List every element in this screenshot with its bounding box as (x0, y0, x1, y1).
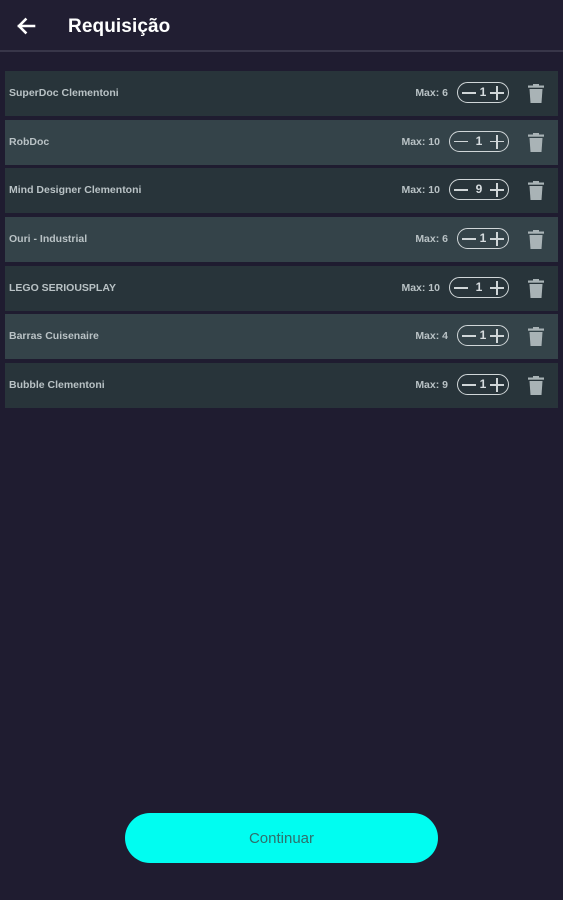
trash-icon[interactable] (528, 327, 544, 347)
list-item: Ouri - Industrial Max: 6 1 (5, 217, 558, 263)
max-label: Max: 6 (415, 233, 448, 246)
quantity-stepper[interactable]: 1 (457, 325, 509, 347)
list-item: RobDoc Max: 10 1 (5, 119, 558, 165)
max-label: Max: 10 (401, 135, 440, 148)
list-item: SuperDoc Clementoni Max: 6 1 (5, 71, 558, 116)
continue-button[interactable]: Continuar (125, 813, 438, 863)
item-name: RobDoc (9, 135, 50, 148)
max-label: Max: 4 (415, 330, 448, 343)
max-label: Max: 10 (401, 281, 440, 294)
list-item: Mind Designer Clementoni Max: 10 9 (5, 168, 558, 214)
trash-icon[interactable] (528, 84, 544, 103)
page-title: Requisição (68, 16, 171, 37)
max-label: Max: 9 (415, 379, 448, 392)
arrow-left-icon (17, 17, 36, 35)
list-item: Barras Cuisenaire Max: 4 1 (5, 314, 558, 360)
trash-icon[interactable] (528, 181, 544, 201)
item-name: Bubble Clementoni (9, 379, 105, 392)
plus-icon[interactable] (489, 134, 505, 150)
plus-icon[interactable] (489, 280, 505, 296)
plus-icon[interactable] (489, 182, 505, 198)
quantity-stepper[interactable]: 9 (449, 179, 509, 201)
trash-icon[interactable] (528, 278, 544, 298)
plus-icon[interactable] (489, 328, 505, 344)
requisition-list: SuperDoc Clementoni Max: 6 1 RobDoc Max:… (5, 71, 558, 412)
app-bar: Requisição (0, 0, 563, 52)
quantity-stepper[interactable]: 1 (449, 276, 509, 298)
item-name: Barras Cuisenaire (9, 330, 99, 343)
plus-icon[interactable] (489, 231, 505, 247)
trash-icon[interactable] (528, 132, 544, 152)
item-name: SuperDoc Clementoni (9, 87, 119, 99)
back-button[interactable] (12, 12, 40, 40)
quantity-stepper[interactable]: 1 (457, 374, 509, 396)
item-name: Mind Designer Clementoni (9, 184, 142, 197)
item-name: Ouri - Industrial (9, 233, 88, 246)
trash-icon[interactable] (528, 376, 544, 396)
plus-icon[interactable] (489, 85, 505, 101)
item-name: LEGO SERIOUSPLAY (9, 281, 116, 294)
max-label: Max: 10 (401, 184, 440, 197)
quantity-stepper[interactable]: 1 (457, 228, 509, 250)
list-item: Bubble Clementoni Max: 9 1 (5, 363, 558, 409)
list-item: LEGO SERIOUSPLAY Max: 10 1 (5, 265, 558, 311)
max-label: Max: 6 (415, 87, 448, 99)
quantity-stepper[interactable]: 1 (449, 130, 509, 152)
quantity-stepper[interactable]: 1 (457, 82, 509, 103)
plus-icon[interactable] (489, 377, 505, 393)
trash-icon[interactable] (528, 230, 544, 250)
